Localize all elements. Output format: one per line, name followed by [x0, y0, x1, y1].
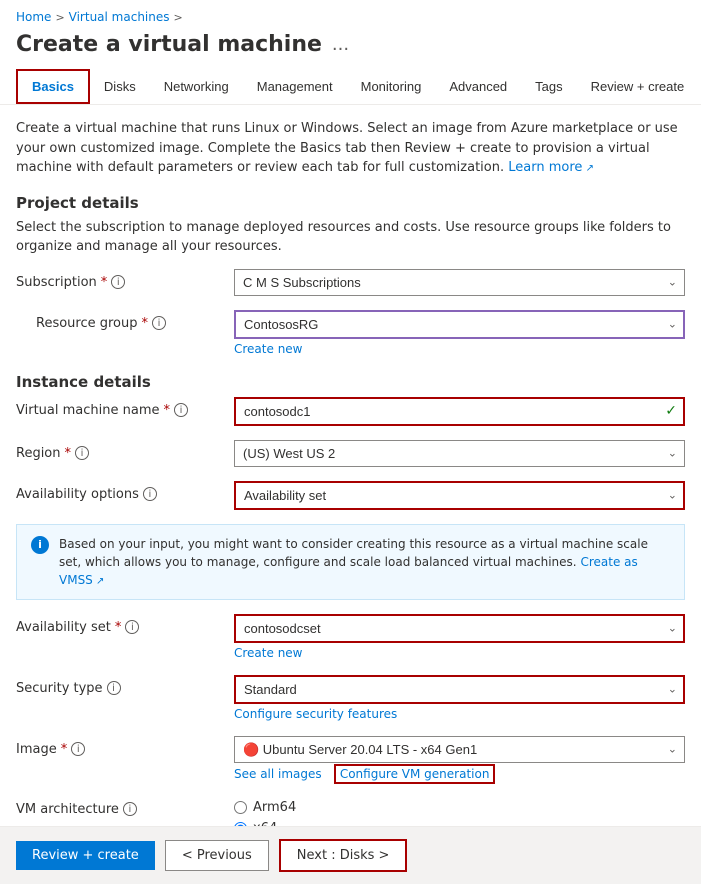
vm-name-label: Virtual machine name * i: [16, 397, 226, 418]
project-details-desc: Select the subscription to manage deploy…: [16, 218, 685, 257]
resource-group-select[interactable]: ContososRG: [234, 310, 685, 339]
arch-arm64-option[interactable]: Arm64: [234, 800, 685, 815]
tab-basics[interactable]: Basics: [16, 69, 90, 104]
configure-vm-gen-link[interactable]: Configure VM generation: [334, 764, 496, 784]
project-details-title: Project details: [16, 194, 685, 212]
tab-bar: Basics Disks Networking Management Monit…: [0, 69, 701, 105]
security-type-info-icon[interactable]: i: [107, 681, 121, 695]
resource-group-row: Resource group * i ContososRG ⌄ Create n…: [16, 310, 685, 357]
region-label: Region * i: [16, 440, 226, 461]
breadcrumb-vms[interactable]: Virtual machines: [69, 10, 170, 24]
image-links: See all images Configure VM generation: [234, 767, 685, 782]
availability-set-info-icon[interactable]: i: [125, 620, 139, 634]
image-select[interactable]: 🔴 Ubuntu Server 20.04 LTS - x64 Gen1: [234, 736, 685, 763]
availability-set-select-wrapper: contosodcset ⌄: [234, 614, 685, 643]
availability-options-select-wrapper: Availability set ⌄: [234, 481, 685, 510]
availability-options-row: Availability options i Availability set …: [16, 481, 685, 510]
review-create-button[interactable]: Review + create: [16, 841, 155, 870]
info-banner-text: Based on your input, you might want to c…: [59, 535, 670, 589]
tab-disks[interactable]: Disks: [90, 69, 150, 104]
security-type-select-wrapper: Standard ⌄: [234, 675, 685, 704]
previous-button[interactable]: < Previous: [165, 840, 269, 871]
page-title: Create a virtual machine: [16, 32, 322, 57]
image-info-icon[interactable]: i: [71, 742, 85, 756]
security-type-control: Standard ⌄ Configure security features: [234, 675, 685, 722]
vm-arch-label: VM architecture i: [16, 796, 226, 817]
availability-set-label: Availability set * i: [16, 614, 226, 635]
tab-management[interactable]: Management: [243, 69, 347, 104]
arch-arm64-radio[interactable]: [234, 801, 247, 814]
breadcrumb-home[interactable]: Home: [16, 10, 51, 24]
page-description: Create a virtual machine that runs Linux…: [16, 119, 685, 178]
scale-set-info-banner: i Based on your input, you might want to…: [16, 524, 685, 600]
region-row: Region * i (US) West US 2 ⌄: [16, 440, 685, 467]
availability-set-row: Availability set * i contosodcset ⌄ Crea…: [16, 614, 685, 661]
instance-details-title: Instance details: [16, 373, 685, 391]
subscription-label: Subscription * i: [16, 269, 226, 290]
subscription-select-wrapper: C M S Subscriptions ⌄: [234, 269, 685, 296]
availability-set-create-new[interactable]: Create new: [234, 646, 303, 660]
image-label: Image * i: [16, 736, 226, 757]
resource-group-control: ContososRG ⌄ Create new: [234, 310, 685, 357]
region-control: (US) West US 2 ⌄: [234, 440, 685, 467]
tab-advanced[interactable]: Advanced: [435, 69, 521, 104]
subscription-info-icon[interactable]: i: [111, 275, 125, 289]
availability-options-label: Availability options i: [16, 481, 226, 502]
more-options-icon[interactable]: ...: [332, 34, 349, 55]
region-select[interactable]: (US) West US 2: [234, 440, 685, 467]
security-type-row: Security type i Standard ⌄ Configure sec…: [16, 675, 685, 722]
image-control: 🔴 Ubuntu Server 20.04 LTS - x64 Gen1 ⌄ S…: [234, 736, 685, 782]
footer-bar: Review + create < Previous Next : Disks …: [0, 826, 701, 884]
vm-name-control: ✓: [234, 397, 685, 426]
availability-set-control: contosodcset ⌄ Create new: [234, 614, 685, 661]
tab-monitoring[interactable]: Monitoring: [347, 69, 436, 104]
vm-name-check-icon: ✓: [665, 403, 677, 419]
tab-networking[interactable]: Networking: [150, 69, 243, 104]
learn-more-link[interactable]: Learn more: [508, 160, 594, 175]
vm-name-input-wrapper: ✓: [234, 397, 685, 426]
tab-tags[interactable]: Tags: [521, 69, 576, 104]
availability-options-control: Availability set ⌄: [234, 481, 685, 510]
vm-name-info-icon[interactable]: i: [174, 403, 188, 417]
subscription-row: Subscription * i C M S Subscriptions ⌄: [16, 269, 685, 296]
subscription-control: C M S Subscriptions ⌄: [234, 269, 685, 296]
security-type-label: Security type i: [16, 675, 226, 696]
page-title-area: Create a virtual machine ...: [0, 28, 701, 69]
tab-review-create[interactable]: Review + create: [577, 69, 699, 104]
security-type-select[interactable]: Standard: [234, 675, 685, 704]
vm-arch-info-icon[interactable]: i: [123, 802, 137, 816]
next-disks-button[interactable]: Next : Disks >: [279, 839, 408, 872]
availability-set-select[interactable]: contosodcset: [234, 614, 685, 643]
breadcrumb-sep1: >: [55, 11, 64, 24]
image-row: Image * i 🔴 Ubuntu Server 20.04 LTS - x6…: [16, 736, 685, 782]
image-select-wrapper: 🔴 Ubuntu Server 20.04 LTS - x64 Gen1 ⌄: [234, 736, 685, 763]
breadcrumb: Home > Virtual machines >: [0, 0, 701, 28]
configure-security-link[interactable]: Configure security features: [234, 707, 397, 721]
resource-group-label: Resource group * i: [16, 310, 226, 331]
info-banner-icon: i: [31, 536, 49, 554]
see-all-images-link[interactable]: See all images: [234, 767, 322, 781]
resource-group-info-icon[interactable]: i: [152, 316, 166, 330]
vm-name-input[interactable]: [234, 397, 685, 426]
breadcrumb-sep2: >: [174, 11, 183, 24]
region-info-icon[interactable]: i: [75, 446, 89, 460]
availability-options-select[interactable]: Availability set: [234, 481, 685, 510]
resource-group-select-wrapper: ContososRG ⌄: [234, 310, 685, 339]
region-select-wrapper: (US) West US 2 ⌄: [234, 440, 685, 467]
vm-name-row: Virtual machine name * i ✓: [16, 397, 685, 426]
subscription-select[interactable]: C M S Subscriptions: [234, 269, 685, 296]
availability-options-info-icon[interactable]: i: [143, 487, 157, 501]
main-content: Create a virtual machine that runs Linux…: [0, 105, 701, 865]
resource-group-create-new[interactable]: Create new: [234, 342, 303, 356]
